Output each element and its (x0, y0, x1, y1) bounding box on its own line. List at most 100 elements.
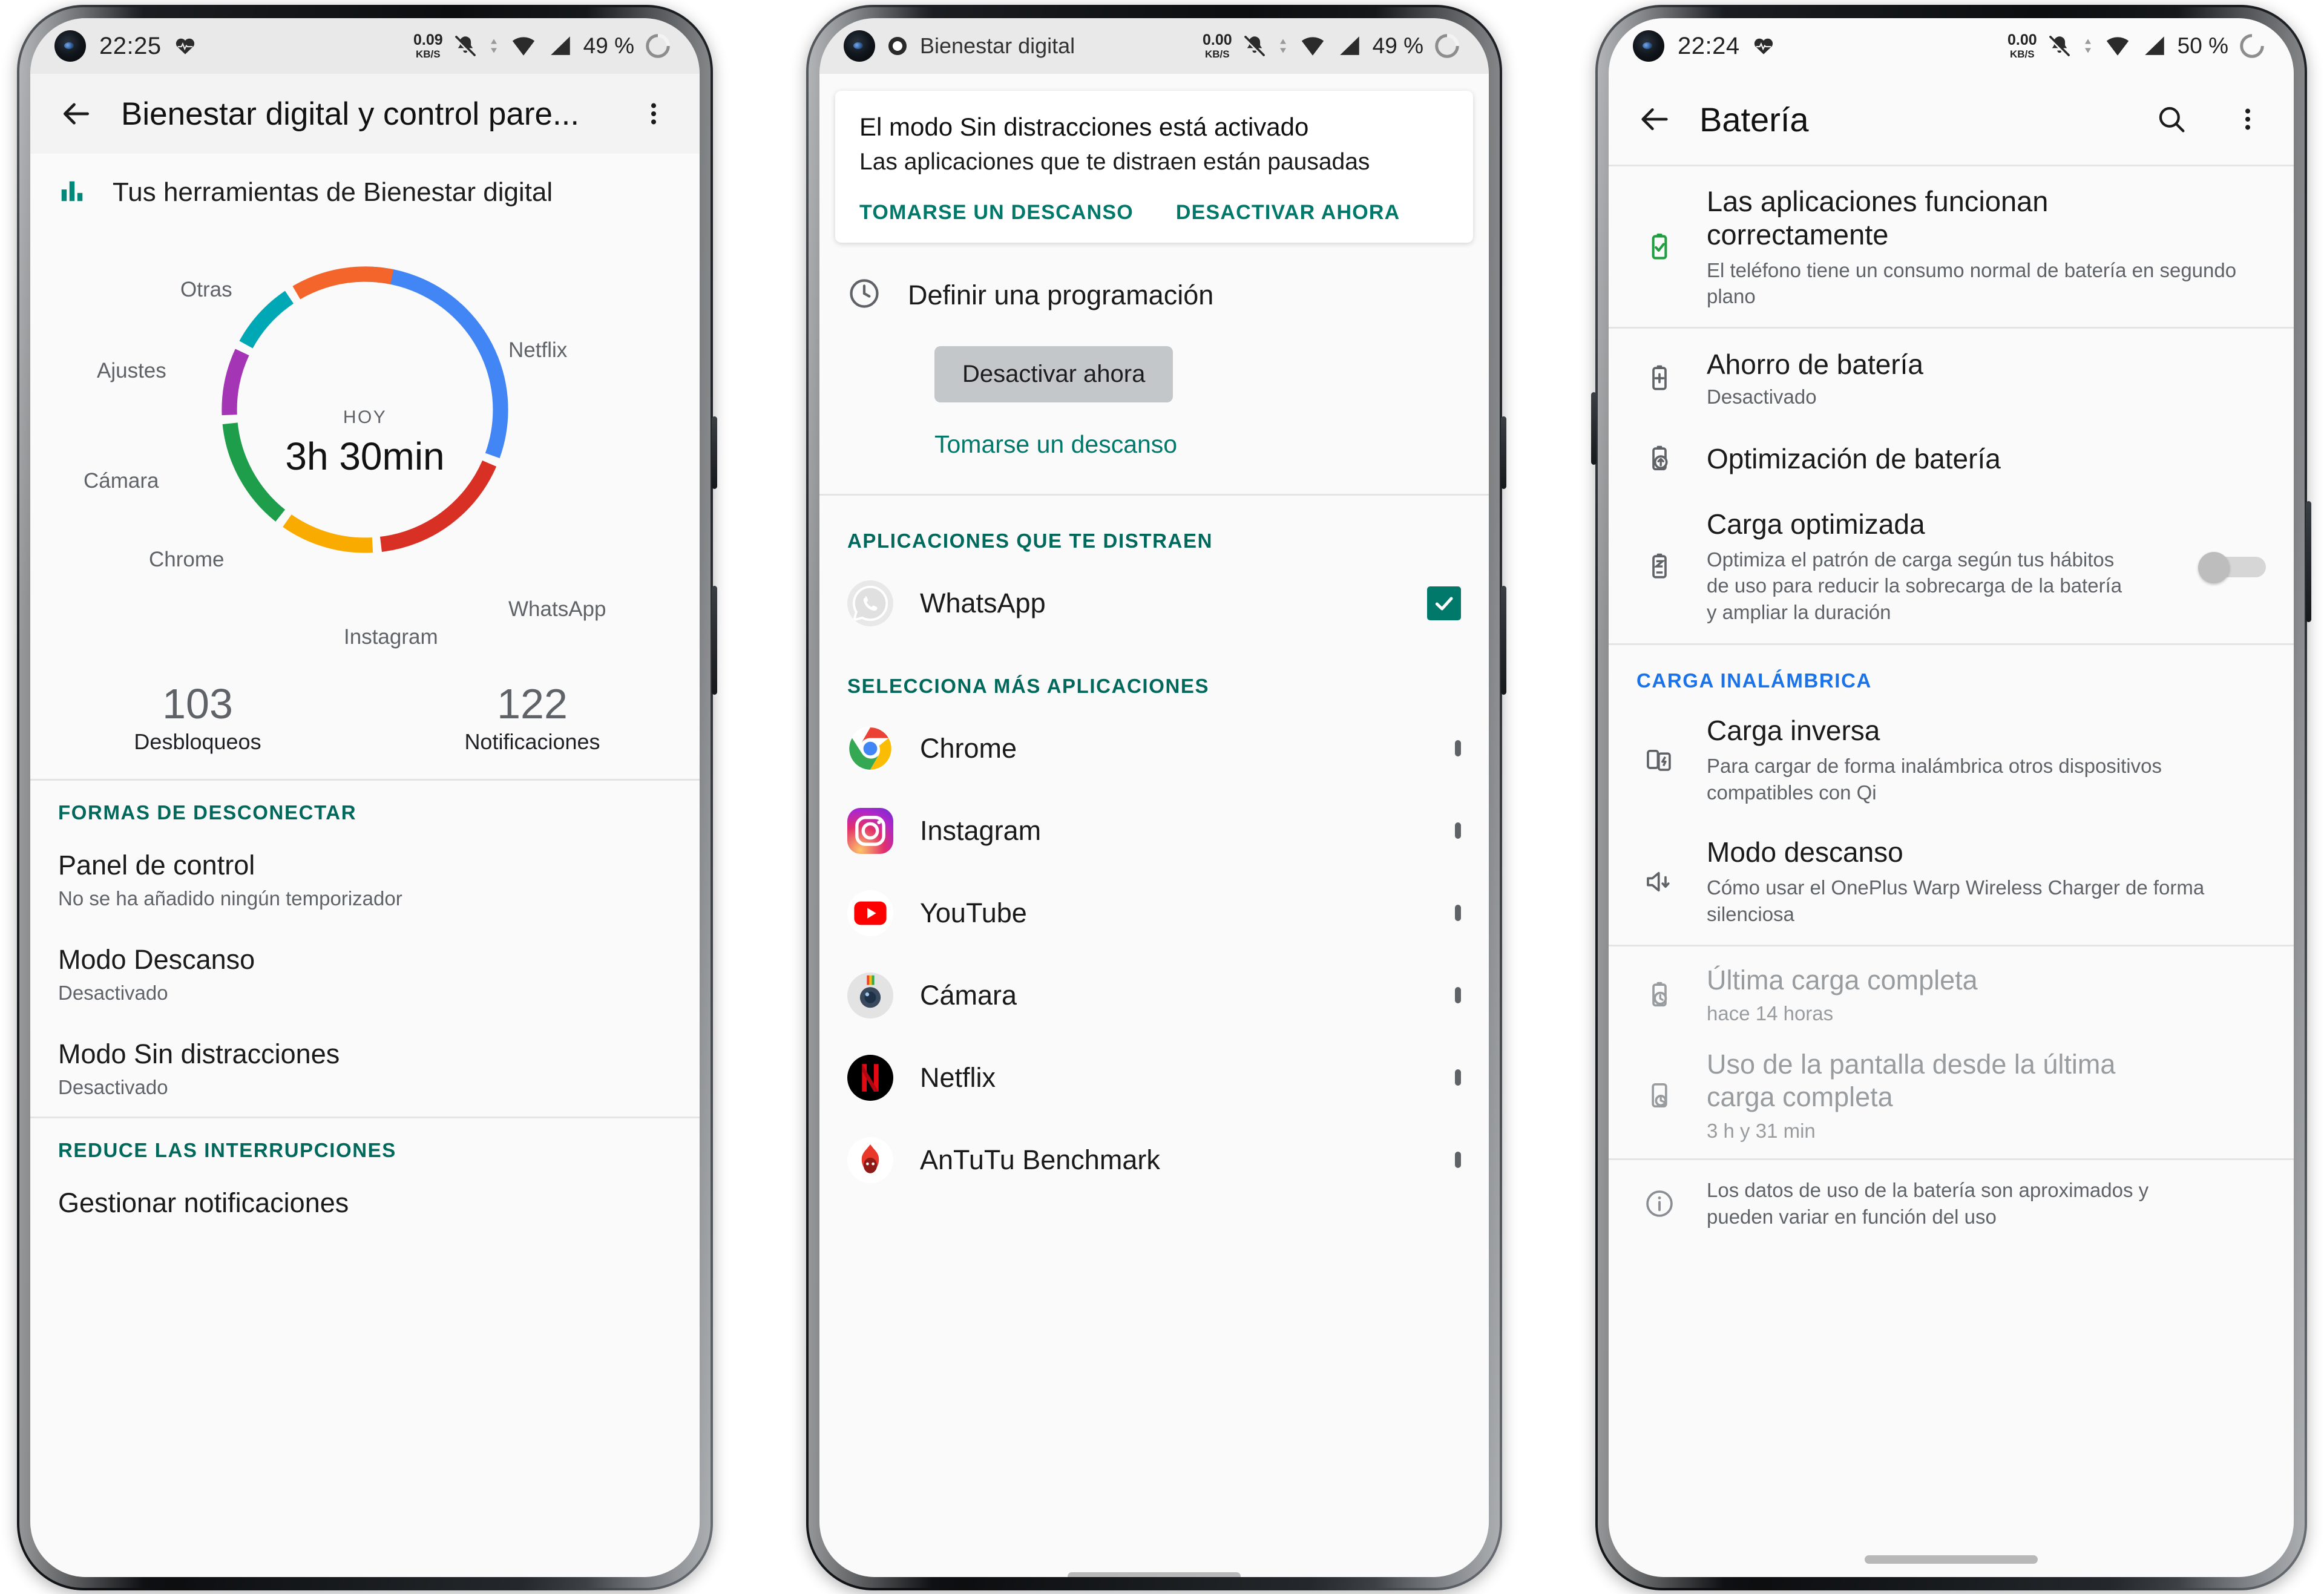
list-item-title: Modo descanso (1707, 836, 1903, 868)
battery-clock-icon (1636, 979, 1682, 1011)
antutu-icon (847, 1137, 893, 1183)
section-label-disconnect: FORMAS DE DESCONECTAR (58, 801, 357, 824)
stat-notifications: 122 Notificaciones (365, 680, 700, 755)
tools-header-row[interactable]: Tus herramientas de Bienestar digital (30, 154, 700, 214)
app-checkbox-whatsapp[interactable] (1427, 586, 1461, 620)
camera-icon (847, 972, 893, 1018)
list-item-carga-optimizada[interactable]: Carga optimizada Optimiza el patrón de c… (1609, 493, 2294, 644)
list-item-optimizacion-de-bateria[interactable]: Optimización de batería (1609, 425, 2294, 493)
phone2-side-button[interactable] (1501, 416, 1506, 489)
phone-2-screen: Bienestar digital 0.00 KB/S 49 % El modo… (819, 18, 1489, 1577)
status-app-name: Bienestar digital (920, 33, 1075, 58)
cellular-signal-icon (1339, 36, 1359, 55)
app-row-netflix[interactable]: Netflix (819, 1037, 1489, 1119)
phone1-content: Tus herramientas de Bienestar digital HO… (30, 154, 700, 1577)
take-break-link[interactable]: Tomarse un descanso (934, 430, 1177, 458)
stat-unlocks-number: 103 (162, 680, 233, 727)
turn-off-now-button-secondary[interactable]: Desactivar ahora (934, 346, 1173, 402)
search-icon[interactable] (2151, 99, 2192, 140)
usage-stats-row: 103 Desbloqueos 122 Notificaciones (30, 674, 700, 779)
navigation-gesture-bar[interactable] (1865, 1555, 2038, 1564)
battery-status-row[interactable]: Las aplicaciones funcionan correctamente… (1609, 166, 2294, 327)
heartbeat-icon (1753, 37, 1774, 55)
list-item-subtitle: Desactivado (1707, 385, 1817, 408)
donut-label-ajustes: Ajustes (97, 359, 166, 382)
phone2-status-bar: Bienestar digital 0.00 KB/S 49 % (819, 18, 1489, 74)
netflix-icon (847, 1055, 893, 1101)
app-name: AnTuTu Benchmark (920, 1144, 1160, 1175)
phone3-side-button[interactable] (1591, 392, 1597, 465)
banner-title: El modo Sin distracciones está activado (859, 113, 1309, 141)
list-item-subtitle: hace 14 horas (1707, 1002, 1834, 1025)
section-label-distracting-apps: APLICACIONES QUE TE DISTRAEN (847, 530, 1213, 552)
stat-notifications-label: Notificaciones (464, 729, 600, 754)
app-name: Netflix (920, 1062, 996, 1093)
app-row-whatsapp[interactable]: WhatsApp (819, 562, 1489, 644)
phone2-power-button[interactable] (1501, 586, 1506, 695)
list-item-title: Ahorro de batería (1707, 348, 1924, 380)
screenshot-canvas: 22:25 0.09 KB/S 49 % Bienestar digital y… (0, 0, 2324, 1594)
set-schedule-row[interactable]: Definir una programación (819, 243, 1489, 326)
list-item-modo-sin-distracciones[interactable]: Modo Sin distracciones Desactivado (30, 1023, 700, 1117)
more-vertical-icon[interactable] (633, 93, 674, 134)
battery-ring-icon (646, 33, 671, 58)
app-checkbox-antutu[interactable] (1455, 1152, 1461, 1168)
app-row-youtube[interactable]: YouTube (819, 872, 1489, 954)
tools-header-label: Tus herramientas de Bienestar digital (113, 177, 553, 207)
take-break-button[interactable]: TOMARSE UN DESCANSO (859, 201, 1134, 225)
app-checkbox-instagram[interactable] (1455, 822, 1461, 839)
network-speed-unit: KB/S (416, 48, 441, 60)
list-item-modo-descanso[interactable]: Modo descanso Cómo usar el OnePlus Warp … (1609, 821, 2294, 944)
status-right-cluster: 0.00 KB/S (1203, 32, 1461, 60)
list-item-title: Última carga completa (1707, 964, 1978, 995)
app-row-camara[interactable]: Cámara (819, 954, 1489, 1037)
list-item-title: Panel de control (58, 850, 255, 881)
list-item-title: Carga inversa (1707, 715, 1880, 747)
app-checkbox-youtube[interactable] (1455, 905, 1461, 921)
phone3-power-button[interactable] (2306, 501, 2311, 622)
donut-label-otras: Otras (180, 278, 232, 301)
phone1-power-button[interactable] (712, 586, 717, 695)
phone3-content: Las aplicaciones funcionan correctamente… (1609, 165, 2294, 1577)
status-time: 22:24 (1678, 32, 1740, 59)
status-right-cluster: 0.09 KB/S 49 % (413, 32, 672, 60)
list-item-uso-pantalla: Uso de la pantalla desde la última carga… (1609, 1040, 2294, 1158)
navigation-gesture-bar[interactable] (1068, 1572, 1241, 1577)
list-item-subtitle: Cómo usar el OnePlus Warp Wireless Charg… (1707, 876, 2205, 925)
list-item-gestionar-notificaciones[interactable]: Gestionar notificaciones (30, 1172, 700, 1236)
digital-wellbeing-icon (888, 37, 907, 55)
battery-ring-icon (2240, 33, 2265, 58)
app-name: WhatsApp (920, 588, 1046, 618)
battery-percent: 49 % (583, 33, 634, 58)
back-arrow-icon[interactable] (1634, 99, 1675, 140)
carga-optimizada-toggle[interactable] (2198, 552, 2266, 583)
battery-info-footer: Los datos de uso de la batería son aprox… (1609, 1160, 2294, 1247)
list-item-carga-inversa[interactable]: Carga inversa Para cargar de forma inalá… (1609, 702, 2294, 821)
battery-optimize-icon (1636, 443, 1682, 474)
phone-2-frame: Bienestar digital 0.00 KB/S 49 % El modo… (806, 5, 1506, 1590)
phone1-side-button[interactable] (712, 416, 717, 489)
app-checkbox-chrome[interactable] (1455, 740, 1461, 756)
more-vertical-icon[interactable] (2227, 99, 2268, 140)
front-camera-punchhole (844, 30, 875, 62)
front-camera-punchhole (1633, 30, 1664, 62)
heartbeat-icon (175, 37, 195, 55)
app-row-chrome[interactable]: Chrome (819, 707, 1489, 790)
status-right-cluster: 0.00 KB/S (2007, 32, 2266, 60)
list-item-ahorro-de-bateria[interactable]: Ahorro de batería Desactivado (1609, 329, 2294, 425)
list-item-modo-descanso[interactable]: Modo Descanso Desactivado (30, 928, 700, 1023)
app-checkbox-camara[interactable] (1455, 987, 1461, 1003)
turn-off-now-button[interactable]: DESACTIVAR AHORA (1176, 201, 1400, 225)
app-row-instagram[interactable]: Instagram (819, 790, 1489, 872)
donut-total-value: 3h 30min (285, 435, 445, 478)
back-arrow-icon[interactable] (56, 93, 97, 134)
list-item-title: Modo Sin distracciones (58, 1038, 340, 1069)
app-checkbox-netflix[interactable] (1455, 1069, 1461, 1086)
app-row-antutu[interactable]: AnTuTu Benchmark (819, 1119, 1489, 1201)
list-item-subtitle: Para cargar de forma inalámbrica otros d… (1707, 755, 2162, 804)
status-time: 22:25 (99, 32, 162, 59)
list-item-panel-de-control[interactable]: Panel de control No se ha añadido ningún… (30, 834, 700, 928)
stat-notifications-number: 122 (497, 680, 568, 727)
bell-muted-icon (2048, 36, 2070, 57)
battery-percent: 50 % (2177, 33, 2228, 58)
